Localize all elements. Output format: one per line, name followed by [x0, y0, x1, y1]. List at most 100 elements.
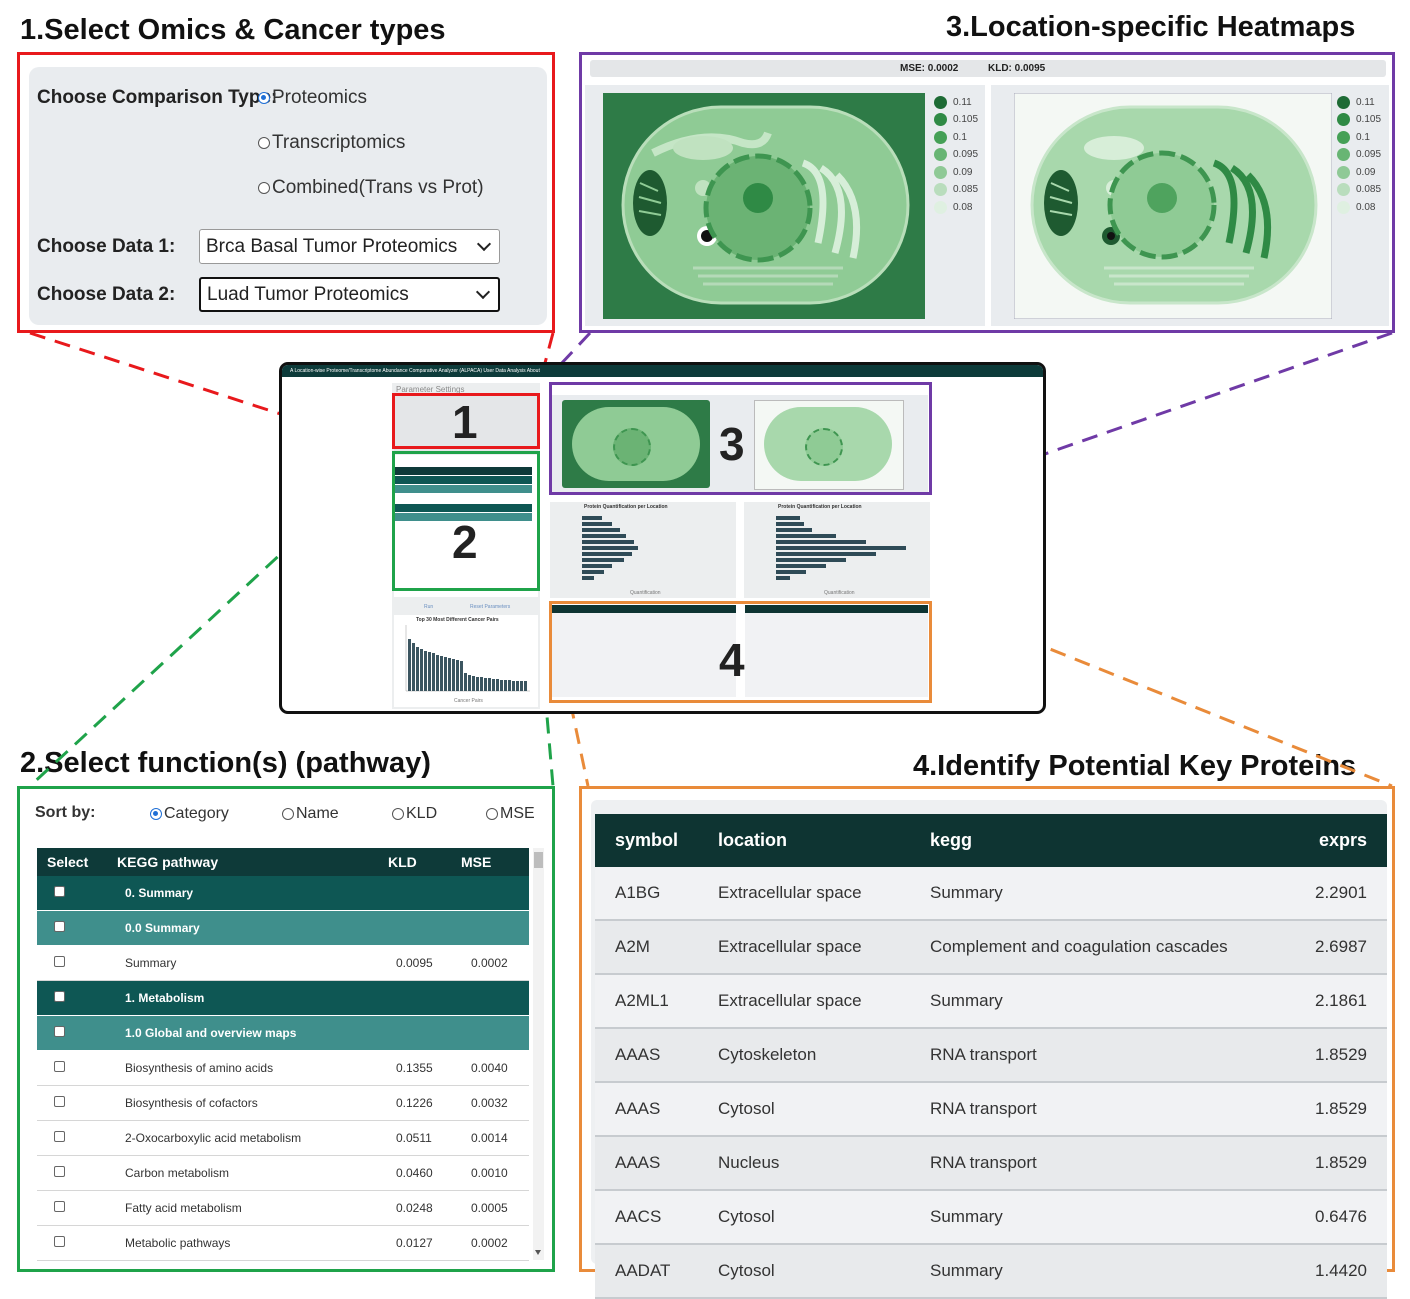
sort-name[interactable]: Name [282, 805, 339, 823]
sort-category[interactable]: Category [150, 805, 229, 823]
location-cell: Cytosol [717, 1082, 929, 1137]
select-checkbox[interactable] [54, 1131, 65, 1142]
exprs-cell: 2.1861 [1249, 974, 1387, 1029]
location-cell: Extracellular space [717, 974, 929, 1029]
app-overview-screenshot: A Location-wise Proteome/Transcriptome A… [279, 362, 1046, 714]
scroll-down-icon[interactable] [535, 1250, 541, 1255]
location-cell: Extracellular space [717, 867, 929, 921]
column-header-select[interactable]: Select [37, 848, 114, 876]
pathway-row[interactable]: Biosynthesis of amino acids 0.1355 0.0040 [37, 1050, 529, 1086]
pathway-category-row[interactable]: 0. Summary [37, 876, 529, 911]
protein-row[interactable]: AACS Cytosol Summary 0.6476 [595, 1190, 1387, 1245]
mini-run-button[interactable]: Run [424, 604, 433, 610]
sort-name-radio[interactable] [282, 808, 294, 820]
scrollbar-thumb[interactable] [534, 852, 543, 868]
pathway-row[interactable]: Fatty acid metabolism 0.0248 0.0005 [37, 1190, 529, 1226]
mini-reset-button[interactable]: Reset Parameters [470, 604, 510, 610]
pathway-category-row[interactable]: 1.0 Global and overview maps [37, 1015, 529, 1051]
protein-row[interactable]: AAAS Cytosol RNA transport 1.8529 [595, 1082, 1387, 1137]
select-checkbox[interactable] [54, 1201, 65, 1212]
symbol-cell: AAAS [595, 1082, 717, 1137]
data1-select[interactable]: Brca Basal Tumor Proteomics [199, 229, 500, 264]
radio-combined[interactable]: Combined(Trans vs Prot) [258, 177, 484, 199]
protein-row[interactable]: A1BG Extracellular space Summary 2.2901 [595, 867, 1387, 921]
mini-chart-xlabel: Quantification [630, 590, 661, 596]
pathway-name: Carbon metabolism [114, 1155, 384, 1191]
radio-transcriptomics-button[interactable] [258, 137, 270, 149]
sort-mse[interactable]: MSE [486, 805, 535, 823]
location-cell: Extracellular space [717, 920, 929, 975]
column-header-kld[interactable]: KLD [384, 848, 459, 876]
protein-row[interactable]: AAAS Nucleus RNA transport 1.8529 [595, 1136, 1387, 1191]
legend-dot [934, 183, 947, 196]
kegg-cell: Complement and coagulation cascades [929, 920, 1249, 975]
kegg-cell: Summary [929, 1190, 1249, 1245]
legend-item-6: 0.085 [934, 183, 978, 196]
sort-kld-label: KLD [406, 805, 438, 822]
sort-category-radio[interactable] [150, 808, 162, 820]
pathway-category-row[interactable]: 1. Metabolism [37, 980, 529, 1016]
protein-row[interactable]: AAAS Cytoskeleton RNA transport 1.8529 [595, 1028, 1387, 1083]
radio-transcriptomics[interactable]: Transcriptomics [258, 132, 405, 154]
data2-select[interactable]: Luad Tumor Proteomics [199, 277, 500, 312]
pathway-row[interactable]: Metabolic pathways 0.0127 0.0002 [37, 1225, 529, 1261]
column-header-exprs[interactable]: exprs [1249, 814, 1387, 867]
pathway-row[interactable]: 2-Oxocarboxylic acid metabolism 0.0511 0.0… [37, 1120, 529, 1156]
mini-quant-bars-left [582, 516, 638, 580]
badge-4: 4 [719, 634, 745, 686]
select-checkbox[interactable] [54, 921, 65, 932]
legend-item-7: 0.08 [934, 201, 972, 214]
select-cell [37, 945, 114, 981]
kegg-cell: RNA transport [929, 1136, 1249, 1191]
column-header-mse[interactable]: MSE [459, 848, 529, 876]
scrollbar[interactable] [533, 848, 544, 1260]
pathway-name: 1. Metabolism [114, 980, 384, 1016]
mini-bottom-chart-title: Top 30 Most Different Cancer Pairs [416, 617, 499, 623]
pathway-name: Metabolic pathways [114, 1225, 384, 1261]
protein-row[interactable]: A2M Extracellular space Complement and coa… [595, 920, 1387, 975]
protein-row[interactable]: AADAT Cytosol Summary 1.4420 [595, 1244, 1387, 1299]
sort-mse-radio[interactable] [486, 808, 498, 820]
select-checkbox[interactable] [54, 1061, 65, 1072]
pathway-category-row[interactable]: 0.0 Summary [37, 910, 529, 946]
legend-label: 0.095 [1356, 149, 1382, 160]
pathway-name: 0. Summary [114, 876, 384, 911]
sort-kld-radio[interactable] [392, 808, 404, 820]
mini-chart-title: Protein Quantification per Location [778, 504, 862, 510]
app-navbar-text: A Location-wise Proteome/Transcriptome A… [290, 368, 540, 374]
radio-proteomics[interactable]: Proteomics [258, 87, 367, 109]
kld-value: 0.1226 [384, 1085, 459, 1121]
legend-dot [1337, 131, 1350, 144]
comparison-type-label: Choose Comparison Type: [37, 87, 278, 108]
data1-label: Choose Data 1: [37, 236, 176, 257]
column-header-symbol[interactable]: symbol [595, 814, 717, 867]
mini-cancer-pairs-chart: Top 30 Most Different Cancer Pairs Cance… [394, 615, 538, 707]
pathway-row[interactable]: Biosynthesis of cofactors 0.1226 0.0032 [37, 1085, 529, 1121]
select-checkbox[interactable] [54, 991, 65, 1002]
select-checkbox[interactable] [54, 886, 65, 897]
select-cell [37, 1190, 114, 1226]
select-checkbox[interactable] [54, 956, 65, 967]
radio-transcriptomics-label: Transcriptomics [272, 132, 406, 153]
data2-label: Choose Data 2: [37, 284, 176, 305]
pathway-name: Biosynthesis of amino acids [114, 1050, 384, 1086]
radio-combined-button[interactable] [258, 182, 270, 194]
section-title-4: 4.Identify Potential Key Proteins [913, 750, 1357, 782]
column-header-location[interactable]: location [717, 814, 929, 867]
badge-2: 2 [452, 516, 478, 568]
select-checkbox[interactable] [54, 1166, 65, 1177]
legend-label: 0.08 [1356, 202, 1376, 213]
pathway-row[interactable]: Summary 0.0095 0.0002 [37, 945, 529, 981]
mini-quant-chart-left: Protein Quantification per Location Quan… [550, 502, 736, 598]
kld-value [384, 876, 459, 911]
select-checkbox[interactable] [54, 1026, 65, 1037]
sort-kld[interactable]: KLD [392, 805, 437, 823]
select-checkbox[interactable] [54, 1236, 65, 1247]
column-header-kegg[interactable]: KEGG pathway [114, 848, 384, 876]
pathway-row[interactable]: Carbon metabolism 0.0460 0.0010 [37, 1155, 529, 1191]
legend-dot [1337, 183, 1350, 196]
column-header-kegg[interactable]: kegg [929, 814, 1249, 867]
select-checkbox[interactable] [54, 1096, 65, 1107]
radio-proteomics-button[interactable] [258, 92, 270, 104]
protein-row[interactable]: A2ML1 Extracellular space Summary 2.1861 [595, 974, 1387, 1029]
